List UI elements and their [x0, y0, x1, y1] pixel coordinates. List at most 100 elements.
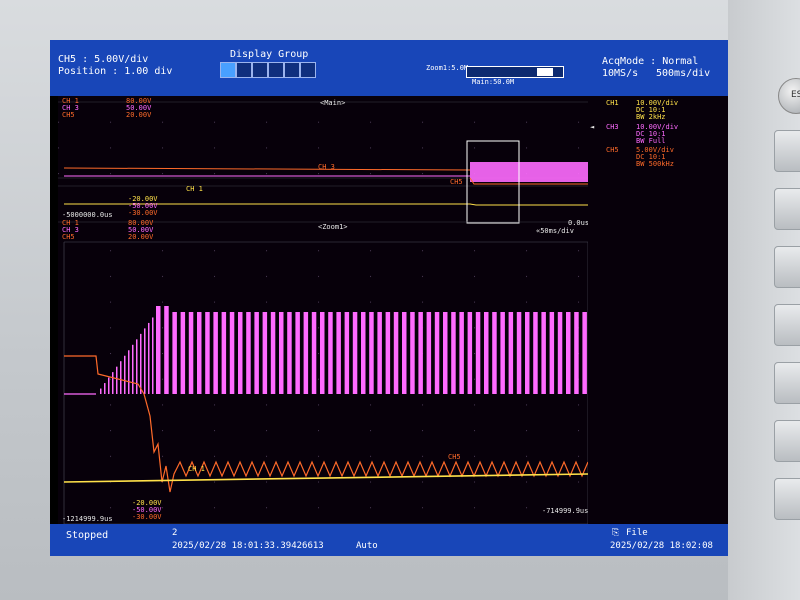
ch3-pulse [132, 344, 134, 394]
ch3-pulse [311, 312, 317, 394]
ch3-name[interactable]: CH3 [606, 124, 619, 131]
ch3-pulse [295, 312, 300, 394]
system-clock: 2025/02/28 18:02:08 [610, 541, 713, 551]
display-group-slot-4[interactable] [268, 62, 284, 78]
ch3-pulse [434, 312, 440, 394]
ch3-pulse [475, 312, 481, 394]
ch3-pulse [393, 312, 399, 394]
waveform-area[interactable]: CH 1 80.00V CH 3 50.00V CH5 20.00V <Main… [58, 96, 590, 524]
zoom-window-label: <Zoom1> [318, 223, 348, 231]
ch3-pulse [377, 312, 382, 394]
ch3-pulse [443, 312, 448, 394]
ch3-pulse [180, 312, 186, 394]
ch3-pulse [108, 377, 110, 394]
ch1-marker: ◄ [590, 123, 595, 131]
ch3-pulse [352, 312, 358, 394]
ch1-bandwidth: BW 2kHz [636, 113, 666, 121]
ch3-pulse [140, 333, 142, 394]
acquisition-status: Stopped [66, 530, 109, 541]
sample-rate: 10MS/s [602, 68, 639, 79]
channel-position: Position : 1.00 div [58, 66, 173, 77]
ch3-pulse [128, 350, 130, 394]
ch3-pulse [582, 312, 587, 394]
ch3-pulse [254, 312, 259, 394]
ch3-pulse [221, 312, 227, 394]
esc-button-label: ES [791, 90, 800, 100]
ch3-pulse [459, 312, 464, 394]
ch3-pulse [451, 312, 456, 394]
ch3-pulse [557, 312, 563, 394]
ch1-name[interactable]: CH1 [606, 100, 619, 107]
ch3-pulse [116, 366, 118, 394]
zoom-trace-label-ch5: CH5 [448, 453, 461, 461]
softkey-5-button[interactable] [774, 362, 800, 404]
zoom-time-end: -714999.9us [542, 507, 589, 515]
softkey-7-button[interactable] [774, 478, 800, 520]
ch3-pulse [549, 312, 555, 394]
waveform-svg [58, 101, 588, 524]
ch3-bandwidth: BW Full [636, 137, 666, 145]
ch3-pulse [229, 312, 235, 394]
softkey-1-button[interactable] [774, 130, 800, 172]
ch3-pulse [361, 312, 366, 394]
ch3-pulse [164, 306, 169, 394]
display-group-slot-3[interactable] [252, 62, 268, 78]
ch3-pulse [205, 312, 210, 394]
ch3-pulse [148, 322, 150, 394]
ch3-pulse [369, 312, 374, 394]
display-group-slot-2[interactable] [236, 62, 252, 78]
main-ch3-switching-block [470, 162, 588, 182]
ch3-pulse [541, 312, 546, 394]
main-time-end: 0.0us [568, 219, 590, 227]
main-trace-label-ch5: CH5 [450, 178, 463, 186]
zoom-level-ch5-name: CH5 [62, 233, 75, 241]
softkey-6-button[interactable] [774, 420, 800, 462]
trigger-mode: Auto [356, 541, 378, 551]
zoom-position-indicator [537, 68, 553, 76]
ch3-pulse [402, 312, 407, 394]
ch3-pulse [525, 312, 530, 394]
file-label[interactable]: File [626, 528, 648, 538]
ch3-pulse [156, 306, 161, 394]
main-time-start: -5000000.0us [62, 211, 113, 219]
zoom-trace-label-ch1: CH 1 [188, 465, 205, 473]
display-group-title: Display Group [230, 49, 309, 60]
main-level-ch5-name: CH5 [62, 111, 75, 119]
display-group-slot-1[interactable] [220, 62, 236, 78]
ch3-pulse [213, 312, 218, 394]
main-length: Main:50.0M [472, 78, 515, 86]
ch5-name[interactable]: CH5 [606, 147, 619, 154]
scope-screen: CH5 : 5.00V/div Position : 1.00 div Disp… [50, 40, 728, 556]
ch3-pulse [303, 312, 309, 394]
ch3-pulse [426, 312, 432, 394]
softkey-2-button[interactable] [774, 188, 800, 230]
ch3-pulse [197, 312, 202, 394]
main-lower-ch5: -30.00V [128, 209, 158, 217]
ch3-pulse [279, 312, 284, 394]
zoom-level-ch5-value: 20.00V [128, 233, 154, 241]
display-group-slot-6[interactable] [300, 62, 316, 78]
file-icon[interactable]: ⎘ [612, 528, 619, 538]
ch3-pulse [144, 328, 146, 394]
status-bar: Stopped 2 2025/02/28 18:01:33.39426613 A… [50, 524, 728, 556]
ch5-bandwidth: BW 500kHz [636, 160, 674, 168]
ch3-pulse [484, 312, 489, 394]
channel-settings-panel: ◄ CH1 10.00V/div DC 10:1 BW 2kHz CH3 10.… [588, 96, 728, 524]
ch3-pulse [120, 361, 122, 394]
zoom-lower-ch5: -30.00V [132, 513, 162, 521]
ch3-pulse [136, 339, 138, 394]
zoom-time-div: «50ms/div [536, 227, 574, 235]
display-group-slot-5[interactable] [284, 62, 300, 78]
zoom-length: Zoom1:5.0M [426, 64, 469, 72]
ch3-pulse [172, 312, 177, 394]
zoom-position-bar[interactable] [466, 66, 564, 78]
ch3-pulse [516, 312, 522, 394]
ch3-pulse [508, 312, 514, 394]
trigger-timestamp: 2025/02/28 18:01:33.39426613 [172, 541, 324, 551]
softkey-3-button[interactable] [774, 246, 800, 288]
softkey-4-button[interactable] [774, 304, 800, 346]
channel-scale: CH5 : 5.00V/div [58, 54, 149, 65]
ch3-pulse [574, 312, 579, 394]
ch3-pulse [385, 312, 391, 394]
ch3-pulse [492, 312, 497, 394]
